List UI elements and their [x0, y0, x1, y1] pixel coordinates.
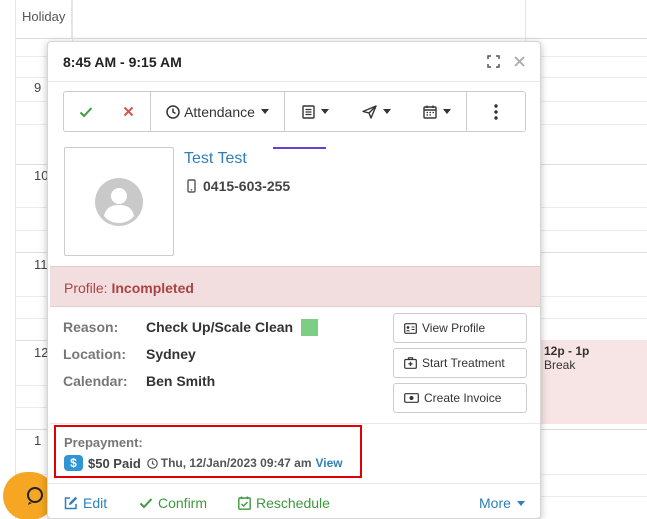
start-treatment-label: Start Treatment — [422, 356, 505, 370]
hour-label: 9 — [34, 80, 42, 95]
tools-button-group — [285, 92, 467, 131]
create-invoice-button[interactable]: Create Invoice — [393, 383, 527, 413]
patient-phone: 0415-603-255 — [187, 178, 290, 194]
attendance-label: Attendance — [184, 103, 255, 120]
patient-avatar — [64, 147, 174, 256]
attendance-dropdown[interactable]: Attendance — [151, 92, 285, 131]
reason-row: Reason: Check Up/Scale Clean — [63, 318, 319, 336]
prepayment-info: $ $50 Paid Thu, 12/Jan/2023 09:47 am Vie… — [64, 455, 343, 471]
paper-plane-icon — [362, 104, 377, 119]
chevron-down-icon — [383, 109, 391, 114]
close-icon[interactable] — [511, 53, 527, 69]
user-icon — [95, 177, 143, 226]
money-bill-icon — [404, 393, 419, 403]
popup-footer: Edit Confirm Reschedule More — [48, 483, 540, 518]
appointment-popup: 8:45 AM - 9:15 AM Attendance Test Test 0… — [47, 41, 541, 519]
reason-value: Check Up/Scale Clean — [146, 319, 294, 335]
view-prepayment-link[interactable]: View — [316, 456, 343, 470]
prepayment-date: Thu, 12/Jan/2023 09:47 am — [160, 456, 312, 470]
medical-kit-icon — [404, 357, 417, 369]
close-icon — [123, 106, 134, 117]
hour-label: 1 — [34, 433, 42, 448]
more-options-button[interactable] — [467, 92, 525, 131]
appointment-time: 8:45 AM - 9:15 AM — [63, 54, 182, 70]
chevron-down-icon — [321, 109, 329, 114]
prepayment-label: Prepayment: — [64, 435, 143, 450]
clock-icon — [146, 457, 158, 469]
more-dropdown[interactable]: More — [479, 495, 525, 511]
break-event[interactable]: 12p - 1p Break — [538, 340, 647, 424]
calendar-value: Ben Smith — [146, 373, 216, 389]
location-row: Location: Sydney — [63, 345, 196, 363]
calendar-gridline — [16, 38, 647, 39]
dollar-icon: $ — [64, 455, 83, 471]
send-dropdown[interactable] — [346, 92, 408, 131]
create-invoice-label: Create Invoice — [424, 391, 502, 405]
check-icon — [79, 106, 92, 117]
confirm-label: Confirm — [158, 495, 208, 511]
more-label: More — [479, 495, 511, 511]
notes-dropdown[interactable] — [286, 92, 346, 131]
status-button-group — [64, 92, 151, 131]
start-treatment-button[interactable]: Start Treatment — [393, 348, 527, 378]
expand-icon[interactable] — [485, 53, 501, 69]
patient-name-link[interactable]: Test Test — [184, 150, 247, 168]
check-icon — [139, 498, 153, 509]
tab-indicator — [273, 147, 326, 149]
chevron-down-icon — [516, 500, 525, 506]
id-card-icon — [404, 322, 417, 334]
mark-arrived-button[interactable] — [64, 92, 107, 131]
divider — [50, 423, 540, 424]
profile-status: Incompleted — [111, 280, 194, 296]
popup-header: 8:45 AM - 9:15 AM — [48, 42, 540, 82]
calendar-check-icon — [238, 496, 251, 510]
patient-phone-number: 0415-603-255 — [203, 178, 291, 194]
mobile-phone-icon — [187, 179, 196, 193]
reason-color-swatch — [301, 318, 319, 336]
edit-icon — [64, 496, 78, 510]
view-profile-label: View Profile — [422, 321, 486, 335]
calendar-icon — [422, 105, 437, 119]
list-icon — [302, 104, 315, 119]
chevron-down-icon — [442, 109, 451, 114]
chat-icon — [27, 487, 43, 505]
profile-status-alert: Profile: Incompleted — [50, 266, 540, 307]
location-value: Sydney — [146, 346, 196, 362]
chevron-down-icon — [260, 109, 269, 114]
appointment-toolbar: Attendance — [63, 91, 526, 132]
reason-label: Reason: — [63, 319, 119, 335]
calendar-row: Calendar: Ben Smith — [63, 372, 215, 390]
break-event-title: Break — [544, 358, 576, 372]
location-label: Location: — [63, 346, 126, 362]
edit-button[interactable]: Edit — [64, 495, 107, 511]
calendar-label: Calendar: — [63, 373, 128, 389]
prepayment-section: Prepayment: $ $50 Paid Thu, 12/Jan/2023 … — [54, 425, 362, 478]
prepayment-amount: $50 Paid — [88, 455, 141, 471]
cancel-appointment-button[interactable] — [107, 92, 150, 131]
reschedule-button[interactable]: Reschedule — [238, 495, 330, 511]
holiday-row-label: Holiday — [0, 0, 72, 38]
edit-label: Edit — [83, 495, 108, 511]
vertical-dots-icon — [494, 103, 498, 120]
calendar-dropdown[interactable] — [408, 92, 466, 131]
reschedule-label: Reschedule — [256, 495, 330, 511]
confirm-button[interactable]: Confirm — [139, 495, 207, 511]
break-event-time: 12p - 1p — [544, 344, 590, 358]
profile-label: Profile: — [64, 280, 108, 296]
hour-label: 11 — [34, 257, 48, 272]
clock-icon — [166, 104, 180, 119]
view-profile-button[interactable]: View Profile — [393, 313, 527, 343]
